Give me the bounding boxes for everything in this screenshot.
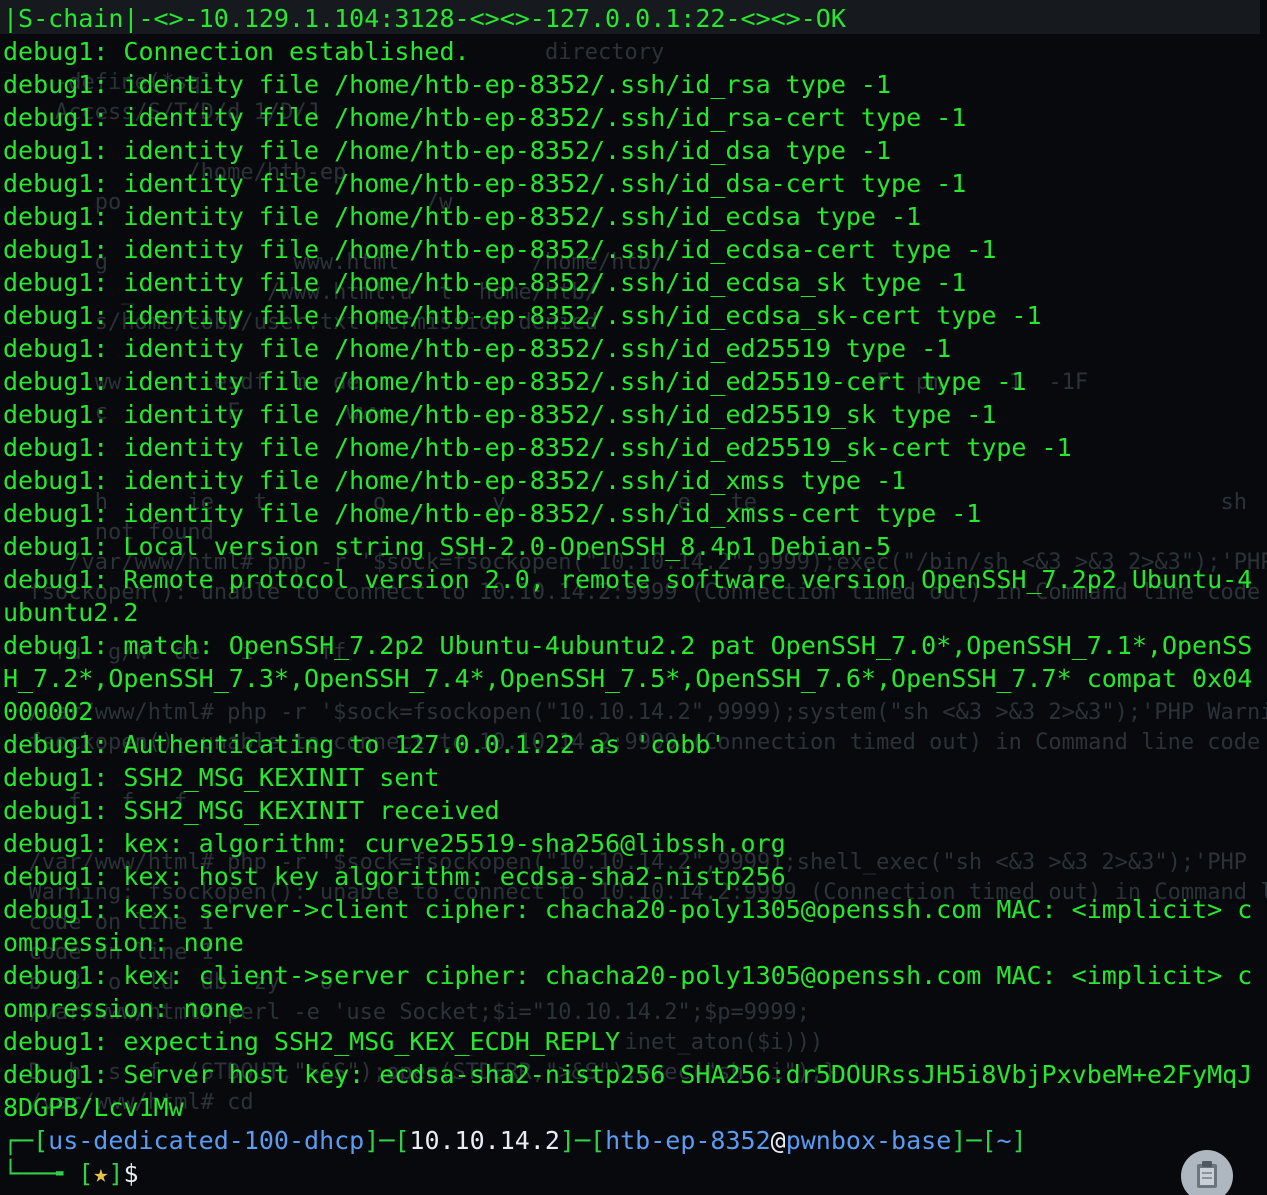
terminal-line: debug1: identity file /home/htb-ep-8352/… [3, 499, 982, 528]
terminal-line: debug1: SSH2_MSG_KEXINIT sent [3, 763, 440, 792]
terminal-line: H_7.2*,OpenSSH_7.3*,OpenSSH_7.4*,OpenSSH… [3, 664, 1253, 693]
prompt-machine: pwnbox-base [785, 1126, 952, 1155]
terminal-line: debug1: match: OpenSSH_7.2p2 Ubuntu-4ubu… [3, 631, 1253, 660]
terminal-line: 8DGPB/Lcv1Mw [3, 1093, 184, 1122]
prompt-at: @ [770, 1126, 786, 1155]
terminal-line: debug1: kex: server->client cipher: chac… [3, 895, 1253, 924]
terminal-line: debug1: identity file /home/htb-ep-8352/… [3, 466, 907, 495]
prompt-line-2[interactable]: └──╼ [★]$ [0, 1157, 1267, 1190]
prompt-separator: ]─[ [559, 1126, 606, 1155]
terminal-line: debug1: identity file /home/htb-ep-8352/… [3, 301, 1042, 330]
terminal-window[interactable]: directory -define(*sql) Access/S/T/D/d 1… [0, 0, 1267, 1195]
terminal-line: debug1: identity file /home/htb-ep-8352/… [3, 235, 997, 264]
prompt-host: us-dedicated-100-dhcp [48, 1126, 365, 1155]
terminal-line: debug1: Remote protocol version 2.0, rem… [3, 565, 1253, 594]
terminal-line: debug1: kex: host key algorithm: ecdsa-s… [3, 862, 786, 891]
prompt-bracket: ] [108, 1159, 124, 1188]
prompt-separator: ]─[ [364, 1126, 410, 1155]
terminal-line: debug1: identity file /home/htb-ep-8352/… [3, 400, 997, 429]
terminal-line: debug1: kex: algorithm: curve25519-sha25… [3, 829, 786, 858]
prompt-ip: 10.10.14.2 [409, 1126, 560, 1155]
terminal-line: ompression: none [3, 928, 244, 957]
prompt-separator: ]─[ [951, 1126, 997, 1155]
terminal-line: debug1: identity file /home/htb-ep-8352/… [3, 136, 892, 165]
prompt-dollar: $ [123, 1159, 139, 1188]
prompt-bracket: ┌─[ [3, 1126, 49, 1155]
terminal-line: debug1: kex: client->server cipher: chac… [3, 961, 1253, 990]
clipboard-button[interactable] [1181, 1150, 1233, 1195]
terminal-line: debug1: identity file /home/htb-ep-8352/… [3, 268, 967, 297]
terminal-line: debug1: identity file /home/htb-ep-8352/… [3, 70, 892, 99]
terminal-output: |S-chain|-<>-10.129.1.104:3128-<><>-127.… [0, 2, 1267, 1190]
terminal-line: |S-chain|-<>-10.129.1.104:3128-<><>-127.… [3, 4, 846, 33]
terminal-line: debug1: Connection established. [3, 37, 470, 66]
prompt-user: htb-ep-8352 [605, 1126, 771, 1155]
prompt-directory: ~ [996, 1126, 1012, 1155]
terminal-line: debug1: identity file /home/htb-ep-8352/… [3, 334, 952, 363]
terminal-line: debug1: identity file /home/htb-ep-8352/… [3, 202, 922, 231]
prompt-status-star-icon: ★ [93, 1159, 109, 1188]
terminal-line: debug1: Server host key: ecdsa-sha2-nist… [3, 1060, 1253, 1089]
terminal-line: ompression: none [3, 994, 244, 1023]
clipboard-icon [1197, 1161, 1217, 1188]
terminal-line: debug1: identity file /home/htb-ep-8352/… [3, 433, 1072, 462]
terminal-line: debug1: Authenticating to 127.0.0.1:22 a… [3, 730, 726, 759]
terminal-line: debug1: Local version string SSH-2.0-Ope… [3, 532, 892, 561]
terminal-line: debug1: expecting SSH2_MSG_KEX_ECDH_REPL… [3, 1027, 621, 1056]
terminal-line: debug1: SSH2_MSG_KEXINIT received [3, 796, 500, 825]
terminal-line: debug1: identity file /home/htb-ep-8352/… [3, 169, 967, 198]
prompt-line-1: ┌─[us-dedicated-100-dhcp]─[10.10.14.2]─[… [0, 1124, 1267, 1157]
prompt-bracket: ] [1011, 1126, 1027, 1155]
prompt-corner: └──╼ [ [3, 1159, 94, 1188]
terminal-line: debug1: identity file /home/htb-ep-8352/… [3, 367, 1027, 396]
terminal-line: 000002 [3, 697, 94, 726]
terminal-line: debug1: identity file /home/htb-ep-8352/… [3, 103, 967, 132]
terminal-line: ubuntu2.2 [3, 598, 139, 627]
